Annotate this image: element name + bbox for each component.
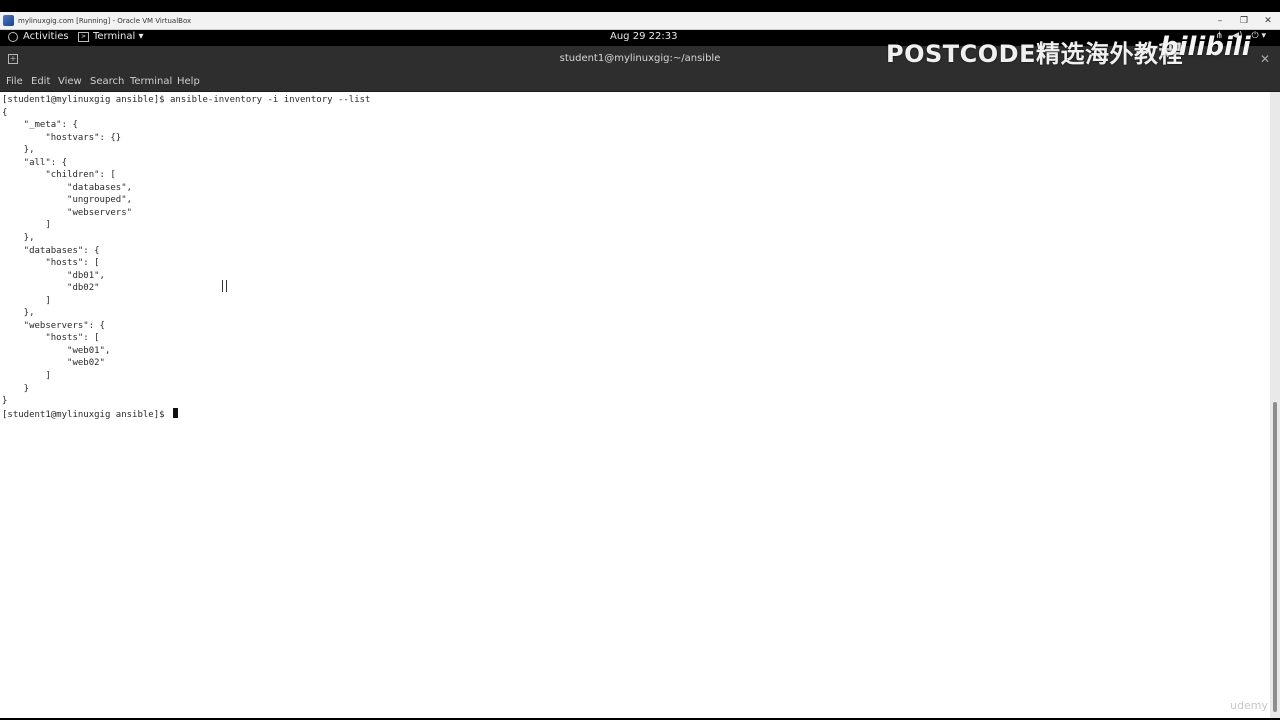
terminal-menubar: File Edit View Search Terminal Help xyxy=(0,73,1280,92)
app-menu-label: Terminal ▾ xyxy=(93,31,144,42)
terminal-scrollbar[interactable] xyxy=(1270,92,1280,718)
power-icon: ⏻ ▾ xyxy=(1251,31,1267,41)
menu-terminal[interactable]: Terminal xyxy=(130,76,172,87)
menu-help[interactable]: Help xyxy=(177,76,200,87)
menu-search[interactable]: Search xyxy=(90,76,124,87)
vbox-window-title: mylinuxgig.com [Running] - Oracle VM Vir… xyxy=(18,16,192,25)
vbox-window-controls: – ❐ ✕ xyxy=(1208,12,1280,29)
restore-button[interactable]: ❐ xyxy=(1232,12,1256,29)
scrollbar-thumb[interactable] xyxy=(1273,402,1277,712)
virtualbox-icon xyxy=(3,15,14,26)
mouse-ibeam-cursor xyxy=(222,280,227,292)
minimize-button[interactable]: – xyxy=(1208,12,1232,29)
terminal-text: [student1@mylinuxgig ansible]$ ansible-i… xyxy=(2,94,370,421)
udemy-watermark: udemy xyxy=(1230,699,1268,712)
activities-button[interactable]: Activities xyxy=(8,31,69,42)
menu-file[interactable]: File xyxy=(6,76,23,87)
activities-label: Activities xyxy=(23,31,69,42)
app-menu-terminal[interactable]: > Terminal ▾ xyxy=(78,31,143,42)
activities-icon xyxy=(8,31,18,42)
terminal-close-button[interactable]: ✕ xyxy=(1260,52,1270,66)
close-button[interactable]: ✕ xyxy=(1256,12,1280,29)
menu-view[interactable]: View xyxy=(58,76,82,87)
menu-edit[interactable]: Edit xyxy=(31,76,50,87)
vbox-titlebar: mylinuxgig.com [Running] - Oracle VM Vir… xyxy=(0,12,1280,30)
terminal-content: [student1@mylinuxgig ansible]$ ansible-i… xyxy=(2,95,371,420)
text-cursor xyxy=(172,407,178,418)
terminal-output-area[interactable]: [student1@mylinuxgig ansible]$ ansible-i… xyxy=(0,92,1270,718)
postcode-watermark: POSTCODE精选海外教程 xyxy=(886,40,1183,68)
bilibili-logo: bilibili xyxy=(1160,32,1251,62)
terminal-icon: > xyxy=(78,31,89,42)
clock[interactable]: Aug 29 22:33 xyxy=(610,31,677,42)
